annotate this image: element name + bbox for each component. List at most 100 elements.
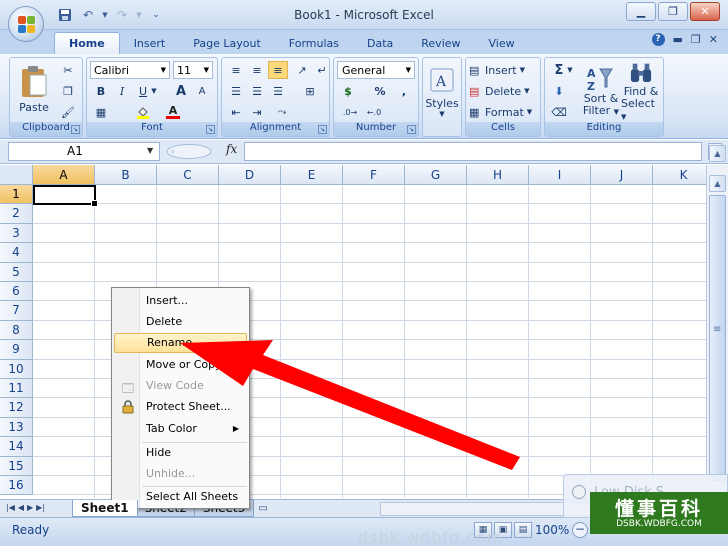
row-header-16[interactable]: 16 xyxy=(0,476,33,496)
row-header-12[interactable]: 12 xyxy=(0,398,33,418)
vertical-scrollbar[interactable]: ▲ ▲ xyxy=(706,145,728,498)
currency-button[interactable]: $ xyxy=(338,82,358,100)
copy-icon[interactable]: ❐ xyxy=(58,82,78,100)
dialog-launcher-icon[interactable]: ↘ xyxy=(71,125,80,134)
row-header-14[interactable]: 14 xyxy=(0,437,33,457)
orientation-icon[interactable]: ↗ xyxy=(292,61,312,79)
menu-item-insert[interactable]: Insert... xyxy=(114,291,247,311)
sort-filter-button[interactable]: AZ Sort & Filter ▼ xyxy=(581,60,621,122)
prev-sheet-icon[interactable]: ◀ xyxy=(18,503,24,512)
column-header-j[interactable]: J xyxy=(591,165,653,185)
restore-workbook-button[interactable]: ❐ xyxy=(691,33,701,46)
row-header-1[interactable]: 1 xyxy=(0,185,33,205)
fill-color-icon[interactable] xyxy=(133,103,153,121)
formula-input[interactable] xyxy=(244,142,702,161)
tab-review[interactable]: Review xyxy=(407,32,474,54)
row-header-15[interactable]: 15 xyxy=(0,456,33,476)
font-name-select[interactable]: Calibri ▼ xyxy=(90,61,170,79)
align-top-icon[interactable]: ≡ xyxy=(226,61,246,79)
dialog-launcher-icon[interactable]: ↘ xyxy=(318,125,327,134)
first-sheet-icon[interactable]: |◀ xyxy=(6,503,15,512)
column-header-g[interactable]: G xyxy=(405,165,467,185)
page-break-view-icon[interactable]: ▤ xyxy=(514,522,532,538)
styles-button[interactable]: A Styles ▼ xyxy=(425,62,459,122)
comma-button[interactable]: , xyxy=(394,82,414,100)
menu-item-tab-color[interactable]: Tab Color ▶ xyxy=(114,419,247,439)
decrease-decimal-icon[interactable]: ←.0 xyxy=(364,103,384,121)
format-painter-icon[interactable]: 🖌 xyxy=(58,103,78,121)
column-header-c[interactable]: C xyxy=(157,165,219,185)
scroll-up-icon[interactable]: ▲ xyxy=(709,175,726,192)
maximize-button[interactable]: ❐ xyxy=(658,2,688,21)
next-sheet-icon[interactable]: ▶ xyxy=(27,503,33,512)
decrease-indent-icon[interactable]: ⇤ xyxy=(226,103,246,121)
menu-item-hide[interactable]: Hide xyxy=(114,443,247,463)
tab-home[interactable]: Home xyxy=(54,32,120,54)
bold-button[interactable]: B xyxy=(91,82,111,100)
insert-function-button[interactable]: fx xyxy=(226,142,237,156)
last-sheet-icon[interactable]: ▶| xyxy=(36,503,45,512)
row-header-13[interactable]: 13 xyxy=(0,417,33,438)
row-header-11[interactable]: 11 xyxy=(0,379,33,399)
text-direction-icon[interactable]: ⤳ xyxy=(272,103,292,121)
clear-icon[interactable]: ⌫ xyxy=(549,103,569,121)
chevron-down-icon[interactable]: ▼ xyxy=(149,82,159,100)
vertical-scroll-thumb[interactable] xyxy=(709,195,726,481)
align-right-icon[interactable]: ☰ xyxy=(268,82,288,100)
column-header-b[interactable]: B xyxy=(95,165,157,185)
column-header-a[interactable]: A xyxy=(33,165,95,185)
column-header-i[interactable]: I xyxy=(529,165,591,185)
shrink-font-button[interactable]: A xyxy=(192,82,212,100)
menu-item-move-or-copy[interactable]: Move or Copy... xyxy=(114,355,247,375)
grow-font-button[interactable]: A xyxy=(171,82,191,100)
font-color-button[interactable]: A xyxy=(163,103,183,121)
tab-page-layout[interactable]: Page Layout xyxy=(179,32,275,54)
paste-button[interactable]: Paste xyxy=(14,60,54,118)
row-header-9[interactable]: 9 xyxy=(0,340,33,360)
borders-icon[interactable]: ▦ xyxy=(91,103,111,121)
fill-icon[interactable]: ⬇ xyxy=(549,82,569,100)
column-header-k[interactable]: K xyxy=(653,165,706,185)
menu-item-delete[interactable]: Delete xyxy=(114,312,247,332)
dialog-launcher-icon[interactable]: ↘ xyxy=(407,125,416,134)
align-middle-icon[interactable]: ≡ xyxy=(247,61,267,79)
minimize-workbook-button[interactable]: ▬ xyxy=(673,33,683,46)
row-header-5[interactable]: 5 xyxy=(0,262,33,282)
row-header-7[interactable]: 7 xyxy=(0,301,33,321)
column-header-d[interactable]: D xyxy=(219,165,281,185)
number-format-select[interactable]: General ▼ xyxy=(337,61,415,79)
tab-view[interactable]: View xyxy=(475,32,529,54)
font-size-select[interactable]: 11 ▼ xyxy=(173,61,213,79)
spreadsheet-grid[interactable]: A B C D E F G H I J K 1 2 3 4 5 6 7 8 9 10 11 12 13 14 15 16 xyxy=(0,165,706,498)
close-button[interactable]: ✕ xyxy=(690,2,720,21)
column-header-e[interactable]: E xyxy=(281,165,343,185)
align-left-icon[interactable]: ☰ xyxy=(226,82,246,100)
row-header-8[interactable]: 8 xyxy=(0,320,33,341)
help-icon[interactable]: ? xyxy=(651,33,665,46)
row-header-2[interactable]: 2 xyxy=(0,204,33,224)
menu-item-rename[interactable]: Rename xyxy=(114,333,247,353)
minimize-button[interactable]: ▁ xyxy=(626,2,656,21)
italic-button[interactable]: I xyxy=(112,82,132,100)
insert-cells-button[interactable]: ▤ Insert ▼ xyxy=(469,61,539,79)
tab-data[interactable]: Data xyxy=(353,32,407,54)
merge-center-icon[interactable]: ⊞ xyxy=(300,82,320,100)
percent-button[interactable]: % xyxy=(370,82,390,100)
name-box[interactable]: A1 xyxy=(8,142,160,161)
chevron-down-icon[interactable]: ▼ xyxy=(147,146,153,155)
row-header-4[interactable]: 4 xyxy=(0,243,33,263)
tab-insert[interactable]: Insert xyxy=(120,32,180,54)
increase-decimal-icon[interactable]: .0→ xyxy=(340,103,360,121)
column-header-f[interactable]: F xyxy=(343,165,405,185)
increase-indent-icon[interactable]: ⇥ xyxy=(247,103,267,121)
column-header-h[interactable]: H xyxy=(467,165,529,185)
active-cell[interactable] xyxy=(33,185,98,207)
row-header-10[interactable]: 10 xyxy=(0,359,33,379)
format-cells-button[interactable]: ▦ Format ▼ xyxy=(469,103,539,121)
row-header-3[interactable]: 3 xyxy=(0,223,33,244)
tab-formulas[interactable]: Formulas xyxy=(275,32,353,54)
office-button[interactable] xyxy=(8,6,44,42)
find-select-button[interactable]: Find & Select ▼ xyxy=(621,60,661,122)
wrap-text-icon[interactable]: ↵ xyxy=(312,61,332,79)
close-workbook-button[interactable]: ✕ xyxy=(709,33,718,46)
